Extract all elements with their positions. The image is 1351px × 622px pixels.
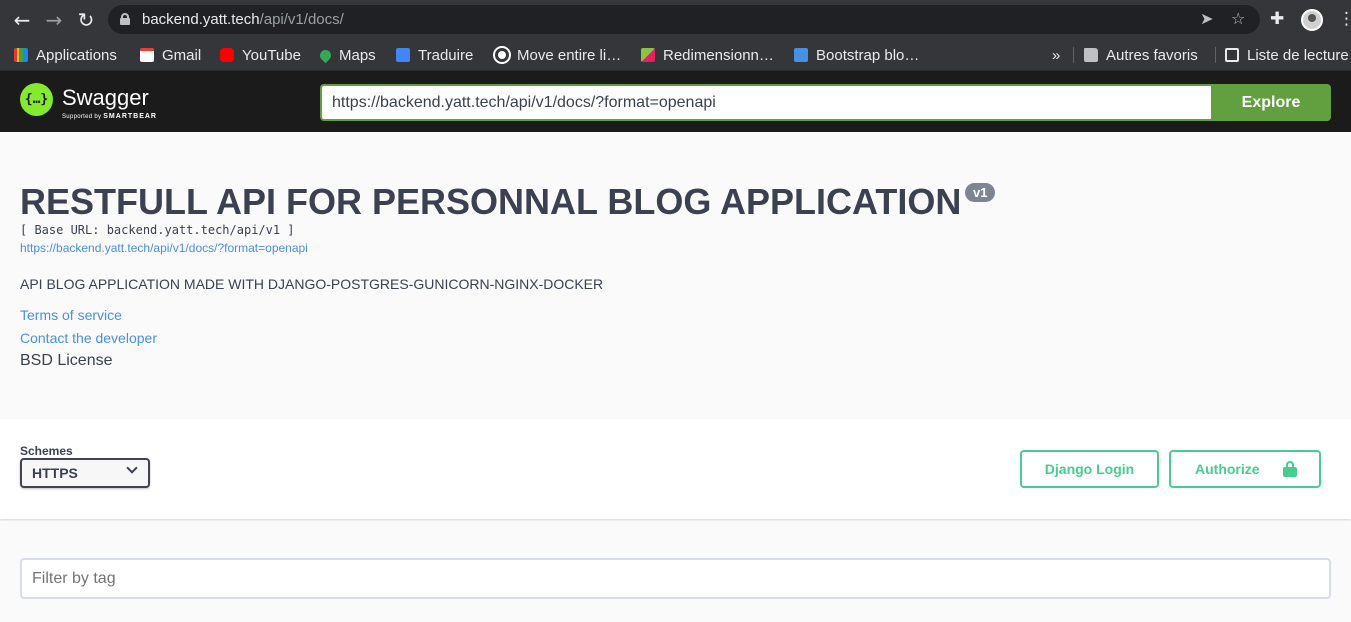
license: BSD License bbox=[20, 352, 113, 369]
bookmark-applications[interactable]: Applications bbox=[14, 44, 117, 66]
spec-link[interactable]: https://backend.yatt.tech/api/v1/docs/?f… bbox=[20, 241, 308, 255]
browser-toolbar: ← → ↻ backend.yatt.tech/api/v1/docs/ ➤ ☆… bbox=[0, 0, 1351, 39]
bookmark-bootstrap[interactable]: Bootstrap blo… bbox=[794, 44, 919, 66]
bookmark-maps[interactable]: Maps bbox=[317, 44, 376, 66]
forward-icon[interactable]: → bbox=[42, 8, 66, 32]
lock-icon bbox=[120, 13, 130, 25]
apps-grid-icon bbox=[14, 48, 28, 62]
bookmark-other-favorites[interactable]: Autres favoris bbox=[1084, 44, 1198, 66]
avatar[interactable] bbox=[1301, 9, 1323, 31]
bookmark-label: Autres favoris bbox=[1106, 46, 1198, 64]
puzzle-icon bbox=[641, 48, 655, 62]
bookmark-redimensionn[interactable]: Redimensionn… bbox=[641, 44, 774, 66]
reading-list-icon bbox=[1225, 48, 1239, 62]
scheme-container: Schemes HTTPS Django Login Authorize bbox=[0, 419, 1351, 519]
bookmark-label: Bootstrap blo… bbox=[816, 46, 920, 64]
supported-by: Supported by bbox=[62, 114, 102, 120]
swagger-topbar: {…} Swagger Supported by SMARTBEAR Explo… bbox=[0, 71, 1351, 132]
swagger-tagline: Supported by SMARTBEAR bbox=[62, 113, 157, 120]
authorize-label: Authorize bbox=[1195, 461, 1260, 477]
contact-developer-link[interactable]: Contact the developer bbox=[20, 330, 157, 346]
translate-icon bbox=[396, 48, 410, 62]
divider bbox=[1215, 47, 1216, 63]
bootstrap-icon bbox=[794, 48, 808, 62]
bookmark-label: Applications bbox=[36, 46, 117, 64]
swagger-brand: Swagger bbox=[62, 85, 149, 110]
overflow-chevron-icon: » bbox=[1052, 46, 1061, 64]
bookmark-label: Move entire li… bbox=[517, 46, 622, 64]
reload-icon[interactable]: ↻ bbox=[74, 8, 98, 32]
bookmark-move-entire[interactable]: Move entire li… bbox=[493, 44, 622, 66]
django-login-button[interactable]: Django Login bbox=[1020, 450, 1159, 488]
menu-icon[interactable]: ⋮ bbox=[1338, 9, 1351, 29]
base-url: [ Base URL: backend.yatt.tech/api/v1 ] bbox=[20, 223, 295, 237]
bookmark-label: Redimensionn… bbox=[663, 46, 774, 64]
bookmark-traduire[interactable]: Traduire bbox=[396, 44, 473, 66]
lock-icon bbox=[1283, 461, 1297, 477]
address-bar[interactable]: backend.yatt.tech/api/v1/docs/ ➤ ☆ bbox=[108, 5, 1260, 34]
folder-icon bbox=[1084, 48, 1098, 62]
bookmark-label: Gmail bbox=[162, 46, 202, 64]
swagger-logo-icon[interactable]: {…} bbox=[20, 83, 53, 116]
bookmarks-overflow-button[interactable]: » bbox=[1052, 44, 1060, 66]
schemes-selected: HTTPS bbox=[32, 465, 78, 481]
maps-pin-icon bbox=[317, 47, 334, 63]
explore-button[interactable]: Explore bbox=[1211, 84, 1331, 121]
send-icon[interactable]: ➤ bbox=[1200, 9, 1213, 28]
globe-icon bbox=[493, 46, 511, 64]
bookmark-label: Traduire bbox=[418, 46, 474, 64]
terms-of-service-link[interactable]: Terms of service bbox=[20, 307, 122, 323]
bookmark-gmail[interactable]: Gmail bbox=[140, 44, 201, 66]
url-path: /api/v1/docs/ bbox=[259, 11, 344, 28]
authorize-button[interactable]: Authorize bbox=[1169, 450, 1321, 488]
youtube-icon bbox=[220, 48, 234, 62]
smartbear-brand: SMARTBEAR bbox=[103, 113, 157, 120]
back-icon[interactable]: ← bbox=[10, 8, 34, 32]
gmail-icon bbox=[140, 48, 154, 62]
bookmark-youtube[interactable]: YouTube bbox=[220, 44, 301, 66]
bookmarks-bar: Applications Gmail YouTube Maps Traduire… bbox=[0, 39, 1351, 71]
url-host: backend.yatt.tech bbox=[142, 11, 260, 28]
extensions-icon[interactable]: ✚ bbox=[1270, 9, 1284, 29]
api-description: API BLOG APPLICATION MADE WITH DJANGO-PO… bbox=[20, 276, 604, 292]
address-url: backend.yatt.tech/api/v1/docs/ bbox=[142, 11, 344, 28]
spec-url-input[interactable] bbox=[320, 84, 1212, 121]
schemes-select[interactable]: HTTPS bbox=[20, 458, 150, 488]
version-badge: v1 bbox=[965, 183, 996, 202]
bookmark-reading-list[interactable]: Liste de lecture bbox=[1225, 44, 1349, 66]
schemes-label: Schemes bbox=[20, 444, 73, 458]
bookmark-label: Liste de lecture bbox=[1247, 46, 1349, 64]
filter-by-tag-input[interactable] bbox=[20, 558, 1331, 599]
divider bbox=[1073, 47, 1074, 63]
bookmark-label: YouTube bbox=[242, 46, 301, 64]
page-title: RESTFULL API FOR PERSONNAL BLOG APPLICAT… bbox=[20, 181, 962, 222]
bookmark-label: Maps bbox=[339, 46, 376, 64]
chevron-down-icon bbox=[126, 462, 138, 474]
star-icon[interactable]: ☆ bbox=[1231, 9, 1245, 28]
